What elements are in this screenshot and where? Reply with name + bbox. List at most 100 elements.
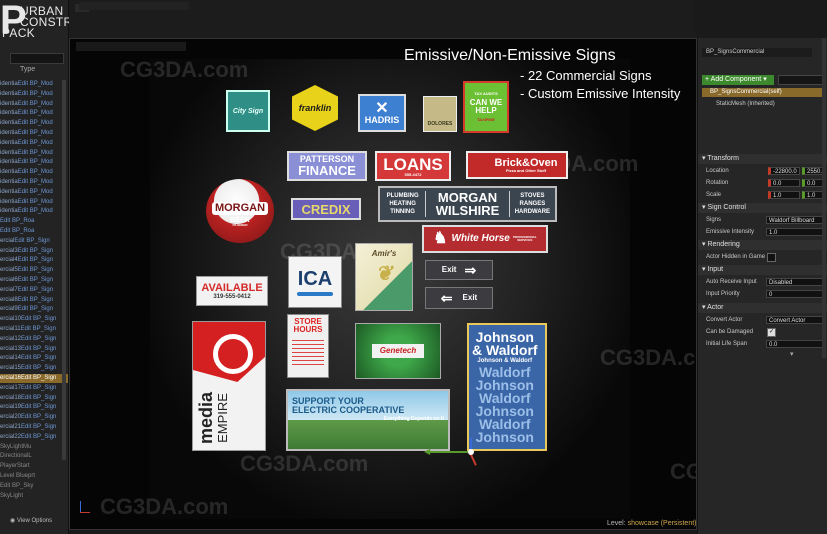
can-be-damaged-checkbox[interactable]: ✓ xyxy=(767,328,776,337)
sign-johnson-waldorf[interactable]: Johnson & Waldorf Johnson & Waldorf Waldorf… xyxy=(467,323,547,451)
sign-white-horse[interactable]: ♞ White Horse PROFESSIONAL SERVICES xyxy=(422,225,548,253)
sign-exit-left[interactable]: ⇐ Exit xyxy=(425,287,493,309)
sign-patterson-finance[interactable]: PATTERSON FINANCE xyxy=(287,151,367,181)
outliner-row[interactable]: Edit BP_Roa xyxy=(0,217,68,226)
outliner-row[interactable]: ercial19Edit BP_Sign xyxy=(0,403,68,412)
details-scrollbar[interactable] xyxy=(822,38,826,358)
gizmo-y-axis[interactable] xyxy=(430,451,472,453)
section-sign-control[interactable]: ▾ Sign Control xyxy=(698,203,827,213)
outliner-row-type[interactable]: Edit BP_Sign xyxy=(21,434,56,440)
outliner-row-type[interactable]: Edit BP_Mod xyxy=(18,199,53,205)
transform-gizmo[interactable]: ◀ xyxy=(420,434,480,484)
section-actor[interactable]: ▾ Actor xyxy=(698,303,827,313)
initial-life-span-field[interactable]: 0.0 xyxy=(766,340,824,348)
outliner-row[interactable]: identiaEdit BP_Mod xyxy=(0,158,68,167)
outliner-row-type[interactable]: Edit BP_Sign xyxy=(21,326,56,332)
outliner-row-type[interactable]: Edit BP_Mod xyxy=(18,169,53,175)
outliner-row-type[interactable]: Edit BP_Sign xyxy=(18,277,53,283)
gizmo-center[interactable] xyxy=(468,449,474,455)
outliner-row-type[interactable]: Edit BP_Sign xyxy=(18,267,53,273)
outliner-row[interactable]: identiaEdit BP_Mod xyxy=(0,188,68,197)
outliner-row[interactable]: ercial10Edit BP_Sign xyxy=(0,315,68,324)
viewport-toolbar[interactable] xyxy=(76,42,186,51)
outliner-row-type[interactable]: SkyLight xyxy=(0,493,23,499)
sign-store-hours[interactable]: STORE HOURS xyxy=(287,314,329,378)
component-search[interactable] xyxy=(778,75,824,85)
viewport-tab[interactable] xyxy=(79,2,189,10)
outliner-row-type[interactable]: DirectionalL xyxy=(0,453,32,459)
auto-receive-dropdown[interactable]: Disabled xyxy=(766,278,824,286)
sign-morgan-beer[interactable]: MORGAN BEER PILSENER xyxy=(206,179,274,243)
outliner-row-type[interactable]: Edit BP_Sign xyxy=(21,336,56,342)
outliner-row-type[interactable]: Edit BP_Mod xyxy=(18,189,53,195)
sign-tax-help[interactable]: TAX AUDITS CAN WE HELP TAXIFINE xyxy=(463,81,509,133)
sign-amirs[interactable]: Amir's ❦ xyxy=(355,243,413,311)
outliner-row-type[interactable]: Edit BP_Roa xyxy=(0,218,34,224)
outliner-row-type[interactable]: Edit BP_Sky xyxy=(0,483,33,489)
sign-morgan-wilshire[interactable]: PLUMBING HEATING TINNING MORGAN WILSHIRE… xyxy=(378,186,557,222)
sign-credix[interactable]: CREDIX xyxy=(291,198,361,220)
outliner-row[interactable]: ercial16Edit BP_Sign xyxy=(0,374,68,383)
sign-dolores[interactable]: DOLORES xyxy=(423,96,457,132)
sign-brick-oven[interactable]: Brick&Oven Pizza and Other Stuff xyxy=(466,151,568,179)
outliner-row[interactable]: ercial3Edit BP_Sign xyxy=(0,247,68,256)
rotation-x-field[interactable]: 0.0 xyxy=(768,179,800,187)
sign-ica[interactable]: ICA xyxy=(288,256,342,308)
outliner-row-type[interactable]: Edit BP_Sign xyxy=(21,385,56,391)
outliner-row[interactable]: ercial20Edit BP_Sign xyxy=(0,413,68,422)
outliner-row-type[interactable]: Edit BP_Mod xyxy=(18,179,53,185)
signs-dropdown[interactable]: Waldorf Billboard xyxy=(766,216,824,224)
outliner-row-type[interactable]: Edit BP_Sign xyxy=(21,424,56,430)
outliner-row[interactable]: identiaEdit BP_Mod xyxy=(0,119,68,128)
outliner-row-type[interactable]: Edit BP_Sign xyxy=(21,355,56,361)
outliner-row-type[interactable]: Edit BP_Mod xyxy=(18,208,53,214)
outliner-row[interactable]: identiaEdit BP_Mod xyxy=(0,207,68,216)
outliner-row[interactable]: SkyLightMu xyxy=(0,443,68,452)
outliner-row[interactable]: identiaEdit BP_Mod xyxy=(0,100,68,109)
outliner-scrollbar[interactable] xyxy=(62,80,66,460)
outliner-row-type[interactable]: Edit BP_Mod xyxy=(18,81,53,87)
outliner-row-type[interactable]: Edit BP_Sign xyxy=(18,287,53,293)
outliner-row[interactable]: ercial7Edit BP_Sign xyxy=(0,286,68,295)
add-component-button[interactable]: + Add Component ▾ xyxy=(702,75,774,85)
outliner-row-type[interactable]: Edit BP_Mod xyxy=(18,140,53,146)
outliner-row[interactable]: ercial12Edit BP_Sign xyxy=(0,335,68,344)
outliner-row-type[interactable]: Edit BP_Sign xyxy=(21,404,56,410)
outliner-row[interactable]: ercial17Edit BP_Sign xyxy=(0,384,68,393)
outliner-row[interactable]: identiaEdit BP_Mod xyxy=(0,198,68,207)
chevron-down-icon[interactable]: ▾ xyxy=(790,350,794,358)
outliner-row[interactable]: Edit BP_Roa xyxy=(0,227,68,236)
outliner-row[interactable]: ercial13Edit BP_Sign xyxy=(0,345,68,354)
outliner-row[interactable]: ercial4Edit BP_Sign xyxy=(0,256,68,265)
section-transform[interactable]: ▾ Transform xyxy=(698,154,827,164)
component-self[interactable]: BP_SignsCommercial(self) xyxy=(702,88,824,97)
outliner-row-type[interactable]: Edit BP_Sign xyxy=(21,365,56,371)
outliner-row[interactable]: ercial8Edit BP_Sign xyxy=(0,296,68,305)
section-input[interactable]: ▾ Input xyxy=(698,265,827,275)
emissive-intensity-field[interactable]: 1.0 xyxy=(766,228,824,236)
outliner-row-type[interactable]: Edit BP_Sign xyxy=(21,375,56,381)
outliner-row-type[interactable]: Edit BP_Sign xyxy=(18,297,53,303)
outliner-row-type[interactable]: Edit BP_Mod xyxy=(18,120,53,126)
actor-hidden-checkbox[interactable] xyxy=(767,253,776,262)
component-static-mesh[interactable]: StaticMesh (Inherited) xyxy=(702,100,824,109)
outliner-row-type[interactable]: Edit BP_Roa xyxy=(0,228,34,234)
outliner-row[interactable]: ercial21Edit BP_Sign xyxy=(0,423,68,432)
outliner-row[interactable]: ercial14Edit BP_Sign xyxy=(0,354,68,363)
outliner-row-type[interactable]: PlayerStart xyxy=(0,463,30,469)
outliner-row-type[interactable]: Edit BP_Sign xyxy=(21,316,56,322)
outliner-row[interactable]: ercial11Edit BP_Sign xyxy=(0,325,68,334)
outliner-row-type[interactable]: Edit BP_Mod xyxy=(18,159,53,165)
outliner-row[interactable]: ercial22Edit BP_Sign xyxy=(0,433,68,442)
outliner-row[interactable]: Edit BP_Sky xyxy=(0,482,68,491)
outliner-row-type[interactable]: Edit BP_Sign xyxy=(14,238,49,244)
outliner-row[interactable]: SkyLight xyxy=(0,492,68,501)
section-rendering[interactable]: ▾ Rendering xyxy=(698,240,827,250)
outliner-row[interactable]: identiaEdit BP_Mod xyxy=(0,149,68,158)
outliner-row[interactable]: PlayerStart xyxy=(0,462,68,471)
outliner-row-type[interactable]: Edit BP_Mod xyxy=(18,110,53,116)
outliner-row[interactable]: ercial18Edit BP_Sign xyxy=(0,394,68,403)
outliner-row[interactable]: ercial15Edit BP_Sign xyxy=(0,364,68,373)
outliner-row[interactable]: identiaEdit BP_Mod xyxy=(0,168,68,177)
sign-hadris[interactable]: ✕ HADRIS xyxy=(358,94,406,132)
